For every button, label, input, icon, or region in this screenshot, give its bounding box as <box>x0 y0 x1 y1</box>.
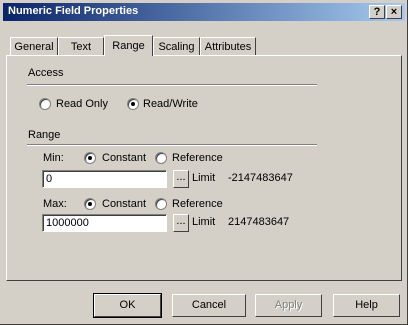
tab-panel-range: Access Read Only Read/Write Range Min: C… <box>6 55 402 281</box>
dialog-window: Numeric Field Properties ? × General Tex… <box>0 0 408 325</box>
cancel-button[interactable]: Cancel <box>172 294 246 317</box>
read-only-label[interactable]: Read Only <box>56 98 108 110</box>
help-button[interactable]: Help <box>333 294 400 317</box>
min-constant-radio[interactable] <box>84 152 96 164</box>
min-constant-label[interactable]: Constant <box>102 152 146 164</box>
max-limit-value: 2147483647 <box>228 216 290 228</box>
apply-button[interactable]: Apply <box>255 294 322 317</box>
read-only-radio[interactable] <box>39 98 51 110</box>
min-value-field[interactable]: 0 <box>42 170 167 188</box>
tab-attributes[interactable]: Attributes <box>200 37 256 55</box>
max-label: Max: <box>43 198 67 210</box>
max-limit-label: Limit <box>192 216 216 228</box>
max-constant-radio[interactable] <box>84 198 96 210</box>
range-heading: Range <box>28 129 61 141</box>
min-limit-label: Limit <box>192 172 216 184</box>
ok-button[interactable]: OK <box>93 293 162 318</box>
tab-text[interactable]: Text <box>58 37 104 55</box>
access-divider <box>27 84 317 86</box>
tab-scaling[interactable]: Scaling <box>153 37 200 55</box>
read-write-radio[interactable] <box>127 98 139 110</box>
access-heading: Access <box>28 67 64 79</box>
title-bar[interactable]: Numeric Field Properties ? × <box>3 3 405 21</box>
read-write-label[interactable]: Read/Write <box>143 98 198 110</box>
max-reference-radio[interactable] <box>155 198 167 210</box>
min-browse-button[interactable]: ... <box>173 170 189 188</box>
min-limit-value: -2147483647 <box>228 172 293 184</box>
help-title-button[interactable]: ? <box>369 5 385 19</box>
min-reference-label[interactable]: Reference <box>172 152 223 164</box>
max-reference-label[interactable]: Reference <box>172 198 223 210</box>
window-title: Numeric Field Properties <box>8 5 139 17</box>
tab-range[interactable]: Range <box>104 35 153 56</box>
close-icon[interactable]: × <box>386 5 402 19</box>
max-constant-label[interactable]: Constant <box>102 198 146 210</box>
min-reference-radio[interactable] <box>155 152 167 164</box>
max-browse-button[interactable]: ... <box>173 214 189 232</box>
min-label: Min: <box>43 152 64 164</box>
max-value-field[interactable]: 1000000 <box>42 214 167 232</box>
range-divider <box>27 144 317 146</box>
tab-general[interactable]: General <box>10 37 58 55</box>
